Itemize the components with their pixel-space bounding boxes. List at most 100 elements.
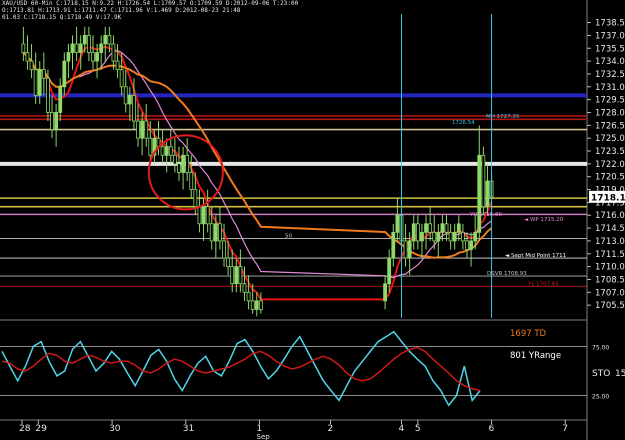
time-tick-label: 6	[489, 424, 495, 434]
price-tick-label: 1723.50	[595, 147, 625, 157]
candle-body	[481, 154, 486, 208]
candle-body	[201, 206, 206, 225]
candle-body	[86, 35, 91, 53]
candle-body	[103, 35, 108, 45]
price-tick-label: 1728.00	[595, 108, 625, 118]
candle-body	[424, 223, 428, 233]
candle-body	[440, 223, 445, 233]
candle-body	[74, 43, 79, 53]
price-tick-label: 1722.00	[595, 160, 625, 170]
price-tick-label: 1714.50	[595, 224, 625, 234]
candle-body	[383, 283, 387, 302]
candle-body	[144, 120, 149, 139]
candle-body	[448, 231, 453, 242]
candle-body	[465, 240, 469, 250]
candle-body	[209, 223, 214, 242]
candle-body	[140, 120, 145, 139]
candle-body	[115, 60, 120, 71]
candle-body	[415, 223, 420, 242]
price-tick-label: 1707.00	[595, 288, 625, 298]
price-tick-label: 1716.00	[595, 211, 625, 221]
candle-body	[197, 206, 202, 225]
level-label: ◄ WP 1715.20	[524, 217, 564, 223]
candle-body	[213, 223, 218, 242]
level-label: 1726.54	[452, 120, 475, 126]
candle-body	[33, 69, 38, 96]
last-price-label: 1718.15	[591, 193, 625, 203]
candle-body	[411, 223, 416, 242]
candle-body	[473, 231, 478, 242]
candle-body	[193, 189, 198, 208]
candle-body	[230, 266, 235, 285]
price-tick-label: 1729.50	[595, 96, 625, 106]
candle-body	[164, 146, 169, 156]
candle-body	[234, 266, 239, 285]
candle-body	[41, 69, 46, 79]
candle-body	[246, 291, 251, 302]
candle-body	[428, 223, 433, 233]
candle-body	[50, 112, 54, 131]
candle-body	[477, 154, 482, 233]
candle-body	[168, 146, 173, 156]
candle-body	[37, 69, 42, 96]
candle-body	[70, 43, 75, 53]
candle-body	[452, 231, 457, 242]
price-tick-label: 1735.50	[595, 44, 625, 54]
price-tick-label: 1732.50	[595, 70, 625, 80]
candle-body	[218, 223, 222, 242]
price-tick-label: 1713.00	[595, 237, 625, 247]
candle-body	[254, 300, 259, 310]
candle-body	[456, 223, 461, 233]
candle-body	[127, 94, 132, 105]
candle-body	[58, 86, 63, 113]
candle-body	[136, 120, 140, 139]
oscillator-annotation: 1697 TD	[510, 329, 547, 339]
candle-body	[91, 52, 95, 62]
time-tick-label: 29	[35, 424, 47, 434]
price-tick-label: 1711.50	[595, 250, 625, 260]
candle-body	[54, 112, 59, 131]
level-label: DSVR 1708.93	[487, 271, 527, 277]
price-tick-label: 1734.00	[595, 57, 625, 67]
candle-body	[111, 43, 116, 62]
candle-body	[436, 231, 441, 242]
chart-svg[interactable]: 1738.50 1737.00 1735.50 1734.00 1732.50 1731.…	[0, 0, 625, 440]
level-label: MH 1727.25	[486, 114, 520, 120]
candle-body	[66, 52, 71, 62]
time-tick-label: Sep	[257, 433, 271, 440]
candle-body	[460, 231, 465, 242]
candle-body	[82, 35, 87, 45]
candle-body	[395, 214, 400, 233]
candle-body	[62, 60, 67, 88]
candle-body	[222, 240, 226, 259]
candle-body	[205, 206, 210, 225]
candle-body	[177, 163, 181, 173]
candle-body	[469, 240, 473, 250]
time-tick-label: 2	[327, 424, 333, 434]
candle-body	[95, 52, 99, 62]
price-tick-label: 1725.00	[595, 134, 625, 144]
candle-body	[189, 172, 194, 190]
candle-body	[78, 43, 83, 53]
candle-body	[242, 283, 247, 293]
stochastic-slow-line	[1, 346, 481, 392]
candle-body	[407, 240, 412, 259]
level-label: ◄ Sept Mid Point 1711	[505, 253, 566, 259]
moving-average-line	[22, 51, 493, 259]
time-tick-label: 31	[183, 424, 194, 434]
candle-body	[29, 60, 34, 71]
price-tick-label: 1738.50	[595, 19, 625, 29]
candle-body	[444, 223, 449, 233]
time-tick-label: 28	[19, 424, 31, 434]
price-tick-label: 1708.50	[595, 275, 625, 285]
candle-body	[391, 231, 396, 259]
time-tick-label: 4	[398, 424, 404, 434]
price-tick-label: 1720.50	[595, 173, 625, 183]
candle-body	[403, 240, 408, 259]
time-tick-label: 7	[562, 424, 568, 434]
candle-body	[99, 43, 104, 53]
oscillator-value: 15	[615, 369, 625, 379]
time-tick-label: 30	[109, 424, 121, 434]
candle-body	[387, 257, 392, 285]
candle-body	[420, 231, 424, 242]
